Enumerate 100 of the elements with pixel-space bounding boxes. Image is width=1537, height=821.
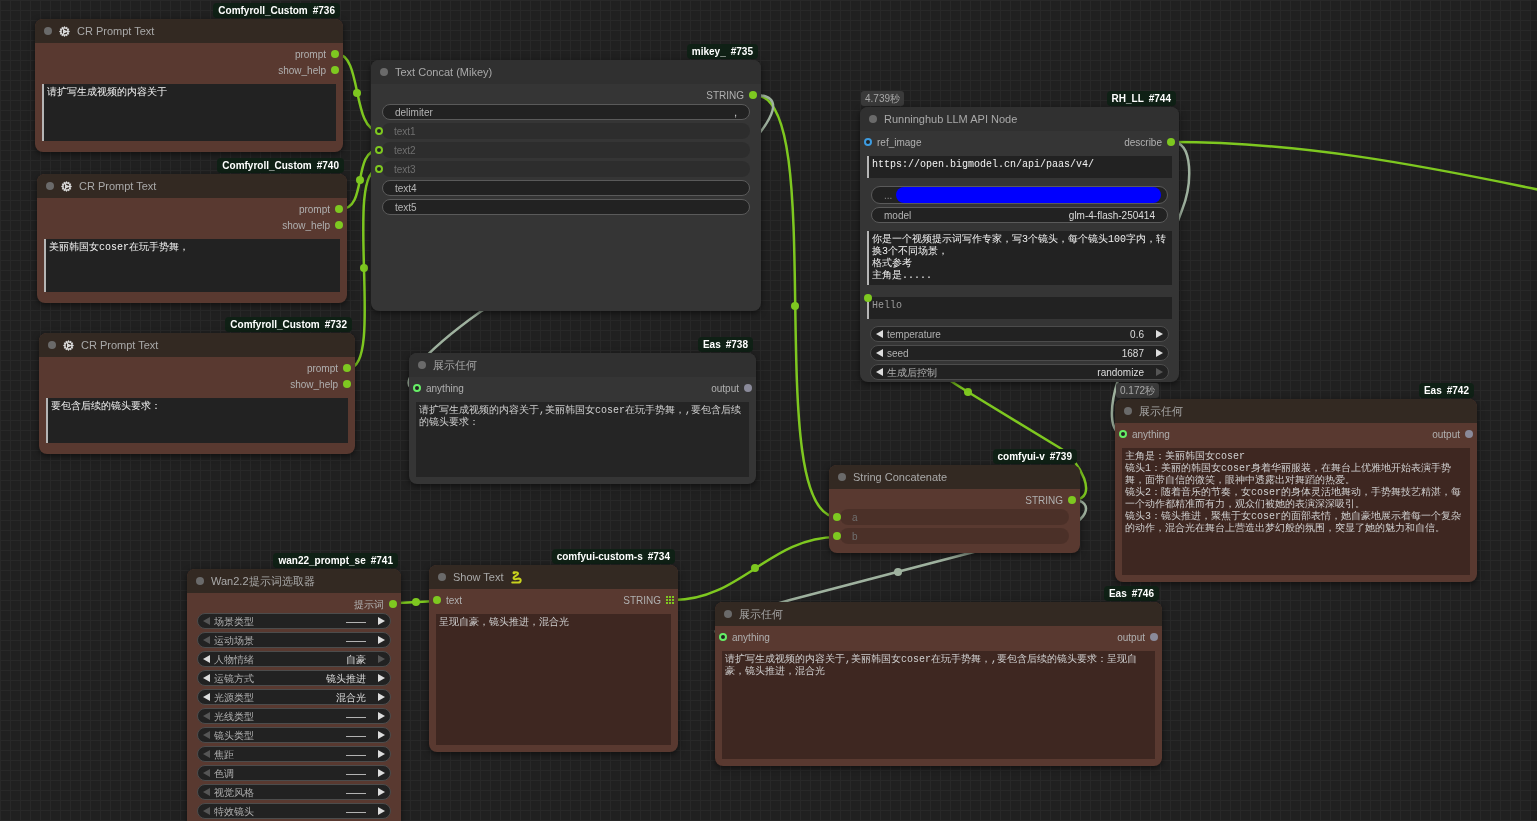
text-widget[interactable]: ... — [871, 186, 1168, 204]
node-title-bar[interactable]: Runninghub LLM API Node — [860, 107, 1179, 131]
combo-widget[interactable]: 光线类型 —— — [197, 708, 391, 724]
input-socket-icon[interactable] — [833, 513, 841, 521]
increment-arrow-icon[interactable] — [378, 674, 385, 682]
node-title-bar[interactable]: CR Prompt Text — [39, 333, 355, 357]
text-widget[interactable]: delimiter , — [382, 104, 750, 120]
combo-widget[interactable]: 特效镜头 —— — [197, 803, 391, 819]
link-midpoint-icon[interactable] — [356, 176, 364, 184]
increment-arrow-icon[interactable] — [378, 807, 385, 815]
node-title-bar[interactable]: 展示任何 — [1115, 399, 1477, 423]
text-widget[interactable]: text5 — [382, 199, 750, 215]
text-input-field[interactable]: 要包含后续的镜头要求： — [46, 398, 348, 443]
output-socket-icon[interactable] — [331, 66, 339, 74]
input-socket-icon[interactable] — [375, 146, 383, 154]
combo-widget[interactable]: 场景类型 —— — [197, 613, 391, 629]
input-socket-icon[interactable] — [833, 532, 841, 540]
number-widget[interactable]: temperature 0.6 — [870, 326, 1169, 342]
input-socket-icon[interactable] — [433, 596, 441, 604]
output-socket-icon[interactable] — [335, 221, 343, 229]
collapse-toggle-icon[interactable] — [438, 573, 446, 581]
output-socket-icon[interactable] — [343, 380, 351, 388]
input-socket-icon[interactable] — [864, 294, 872, 302]
text-input-field[interactable]: https://open.bigmodel.cn/api/paas/v4/ — [867, 156, 1172, 178]
combo-widget[interactable]: 色调 —— — [197, 765, 391, 781]
text-input-field[interactable]: 请扩写生成视频的内容关于 — [42, 84, 336, 141]
output-socket-icon[interactable] — [335, 205, 343, 213]
node-title-bar[interactable]: 展示任何 — [715, 602, 1162, 626]
combo-widget[interactable]: 生成后控制 randomize — [870, 364, 1169, 380]
output-socket-icon[interactable] — [1465, 430, 1473, 438]
combo-widget[interactable]: 视觉风格 —— — [197, 784, 391, 800]
increment-arrow-icon[interactable] — [378, 731, 385, 739]
increment-arrow-icon[interactable] — [378, 617, 385, 625]
increment-arrow-icon[interactable] — [378, 750, 385, 758]
input-socket-icon[interactable] — [375, 127, 383, 135]
combo-widget[interactable]: 运镜方式 镜头推进 — [197, 670, 391, 686]
node-source-label: Eas — [1423, 384, 1442, 398]
input-socket-icon[interactable] — [1119, 430, 1127, 438]
node-title-bar[interactable]: String Concatenate — [829, 465, 1080, 489]
increment-arrow-icon[interactable] — [1156, 349, 1163, 357]
link-midpoint-icon[interactable] — [751, 564, 759, 572]
node-title-bar[interactable]: Text Concat (Mikey) — [371, 60, 761, 84]
increment-arrow-icon[interactable] — [378, 769, 385, 777]
text-input-field[interactable]: 你是一个视频提示词写作专家，写3个镜头，每个镜头100字内，转换3个不同场景， 格式参考 主角是..... — [867, 231, 1172, 285]
input-socket-icon[interactable] — [375, 165, 383, 173]
collapse-toggle-icon[interactable] — [838, 473, 846, 481]
output-socket-icon[interactable] — [343, 364, 351, 372]
increment-arrow-icon[interactable] — [378, 693, 385, 701]
collapse-toggle-icon[interactable] — [1124, 407, 1132, 415]
collapse-toggle-icon[interactable] — [869, 115, 877, 123]
node-title-bar[interactable]: Show Text — [429, 565, 678, 589]
output-socket-icon[interactable] — [1068, 496, 1076, 504]
combo-widget[interactable]: 镜头类型 —— — [197, 727, 391, 743]
input-socket-icon[interactable] — [413, 384, 421, 392]
increment-arrow-icon[interactable] — [1156, 330, 1163, 338]
node-title-bar[interactable]: Wan2.2提示词选取器 — [187, 569, 401, 593]
link-midpoint-icon[interactable] — [894, 568, 902, 576]
output-socket-icon[interactable] — [331, 50, 339, 58]
list-socket-icon[interactable] — [666, 596, 674, 604]
combo-widget[interactable]: 人物情绪 自豪 — [197, 651, 391, 667]
link-midpoint-icon[interactable] — [412, 598, 420, 606]
number-widget[interactable]: seed 1687 — [870, 345, 1169, 361]
node-title-bar[interactable]: CR Prompt Text — [37, 174, 347, 198]
combo-widget[interactable]: 运动场景 —— — [197, 632, 391, 648]
input-socket-icon[interactable] — [719, 633, 727, 641]
decrement-arrow-icon[interactable] — [203, 655, 210, 663]
collapse-toggle-icon[interactable] — [418, 361, 426, 369]
widget-value: randomize — [1097, 365, 1144, 380]
decrement-arrow-icon[interactable] — [876, 349, 883, 357]
link-midpoint-icon[interactable] — [360, 264, 368, 272]
output-socket-icon[interactable] — [749, 91, 757, 99]
node-title-bar[interactable]: CR Prompt Text — [35, 19, 343, 43]
collapse-toggle-icon[interactable] — [46, 182, 54, 190]
collapse-toggle-icon[interactable] — [196, 577, 204, 585]
decrement-arrow-icon[interactable] — [203, 693, 210, 701]
output-socket-icon[interactable] — [1167, 138, 1175, 146]
collapse-toggle-icon[interactable] — [44, 27, 52, 35]
link-midpoint-icon[interactable] — [353, 89, 361, 97]
text-input-field[interactable]: 美丽韩国女coser在玩手势舞， — [44, 239, 340, 292]
link-midpoint-icon[interactable] — [791, 302, 799, 310]
combo-widget[interactable]: 焦距 —— — [197, 746, 391, 762]
input-socket-icon[interactable] — [864, 138, 872, 146]
output-socket-icon[interactable] — [389, 600, 397, 608]
collapse-toggle-icon[interactable] — [380, 68, 388, 76]
link-midpoint-icon[interactable] — [964, 388, 972, 396]
combo-widget[interactable]: 光源类型 混合光 — [197, 689, 391, 705]
decrement-arrow-icon[interactable] — [203, 674, 210, 682]
output-socket-icon[interactable] — [744, 384, 752, 392]
text-widget[interactable]: text4 — [382, 180, 750, 196]
node-title-bar[interactable]: 展示任何 — [409, 353, 756, 377]
increment-arrow-icon[interactable] — [378, 788, 385, 796]
decrement-arrow-icon[interactable] — [876, 368, 883, 376]
decrement-arrow-icon[interactable] — [876, 330, 883, 338]
increment-arrow-icon[interactable] — [378, 712, 385, 720]
collapse-toggle-icon[interactable] — [724, 610, 732, 618]
collapse-toggle-icon[interactable] — [48, 341, 56, 349]
text-input-field[interactable]: Hello — [867, 297, 1172, 319]
increment-arrow-icon[interactable] — [378, 636, 385, 644]
output-socket-icon[interactable] — [1150, 633, 1158, 641]
text-widget[interactable]: model glm-4-flash-250414 — [871, 207, 1168, 223]
